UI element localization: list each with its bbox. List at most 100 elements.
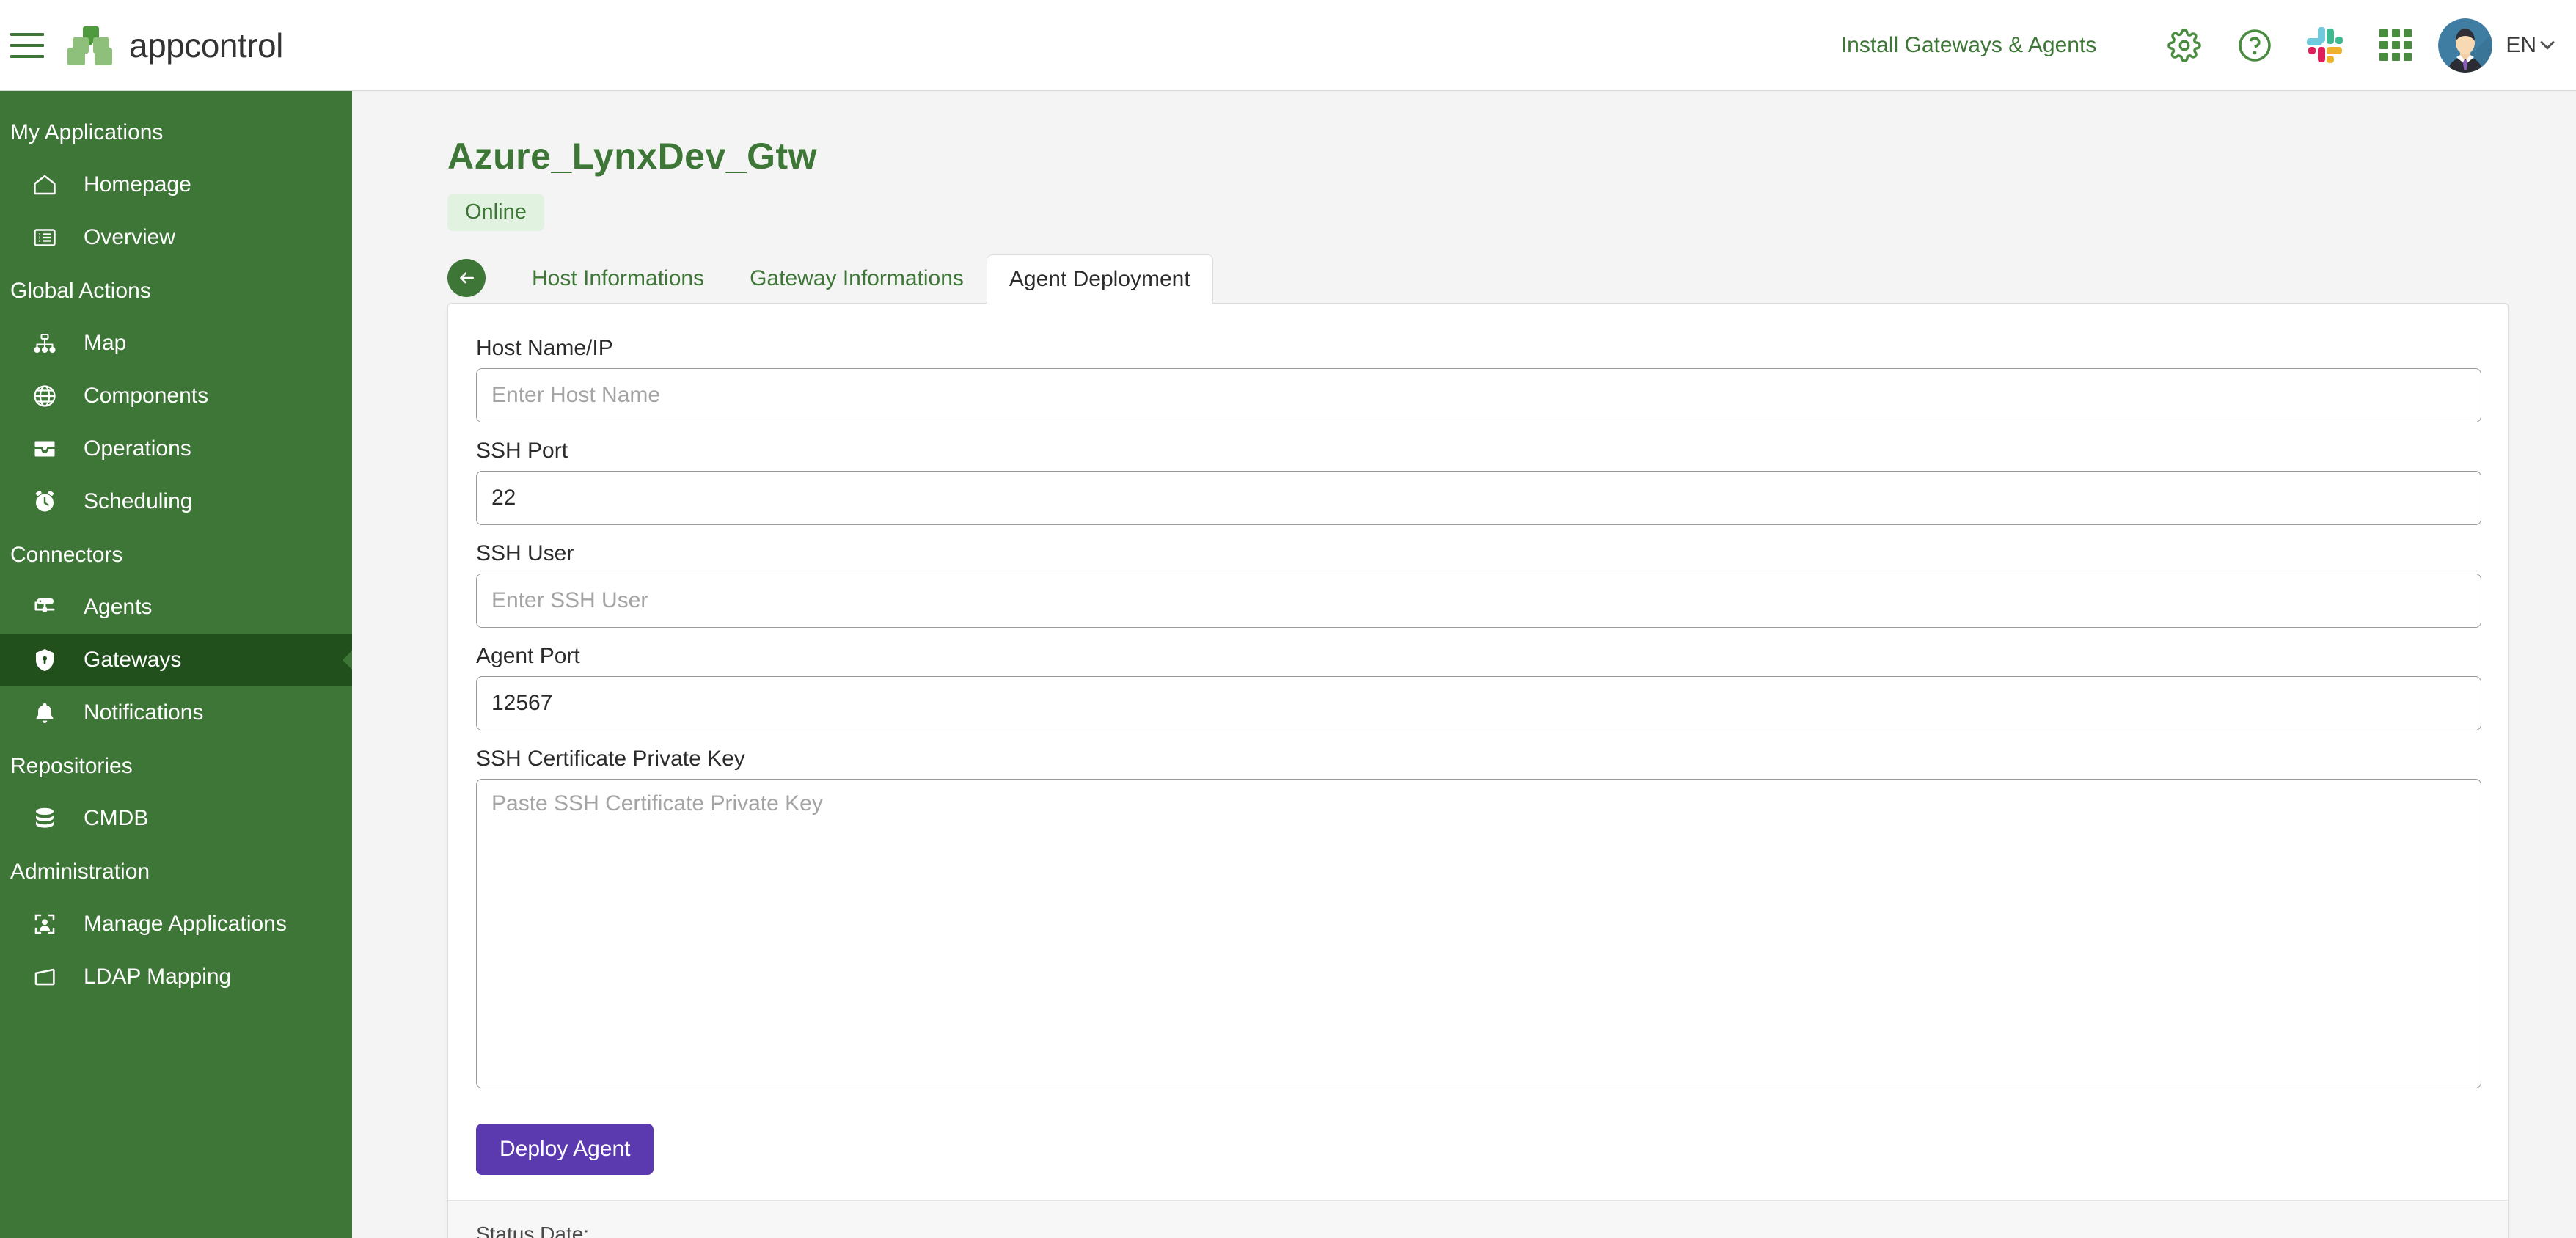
sidebar-item-gateways[interactable]: Gateways <box>0 634 352 686</box>
grid-cell <box>2379 53 2388 62</box>
agent-deployment-card: Host Name/IP SSH Port SSH User Agent Por… <box>447 303 2509 1238</box>
grid-cell <box>2403 40 2412 50</box>
deploy-agent-button[interactable]: Deploy Agent <box>476 1124 654 1175</box>
tab-agent-deployment[interactable]: Agent Deployment <box>986 254 1213 304</box>
slack-part <box>2327 46 2343 54</box>
sidebar-item-notifications[interactable]: Notifications <box>0 686 352 739</box>
grid-cell <box>2391 40 2400 50</box>
ssh-port-label: SSH Port <box>476 439 568 463</box>
chevron-down-icon <box>2540 34 2555 50</box>
sidebar-item-label: Components <box>84 384 209 408</box>
back-button[interactable] <box>447 259 486 297</box>
inbox-icon <box>28 432 62 466</box>
sidebar-item-overview[interactable]: Overview <box>0 211 352 264</box>
grid-cell <box>2403 29 2412 37</box>
field-agent-port: Agent Port <box>476 644 2481 730</box>
install-gateways-agents-link[interactable]: Install Gateways & Agents <box>1841 33 2097 58</box>
status-badge: Online <box>447 194 544 231</box>
sidebar-item-scheduling[interactable]: Scheduling <box>0 475 352 528</box>
brand-logo-link[interactable]: appcontrol <box>67 25 283 66</box>
sidebar-item-label: CMDB <box>84 806 149 830</box>
sidebar-item-label: Map <box>84 331 127 355</box>
ssh-user-input[interactable] <box>476 574 2481 628</box>
user-frame-icon <box>28 907 62 941</box>
tab-gateway-informations[interactable]: Gateway Informations <box>727 254 987 303</box>
sidebar-item-label: Gateways <box>84 648 182 672</box>
folder-icon <box>28 960 62 994</box>
server-icon <box>28 590 62 624</box>
sidebar-item-cmdb[interactable]: CMDB <box>0 792 352 845</box>
sidebar-item-manage-applications[interactable]: Manage Applications <box>0 898 352 951</box>
agent-deployment-form: Host Name/IP SSH Port SSH User Agent Por… <box>448 304 2508 1200</box>
sidebar-item-label: Notifications <box>84 700 204 725</box>
sidebar-item-agents[interactable]: Agents <box>0 581 352 634</box>
ssh-key-textarea[interactable] <box>476 779 2481 1088</box>
top-bar-actions: Install Gateways & Agents EN <box>1841 10 2576 81</box>
sidebar-item-operations[interactable]: Operations <box>0 422 352 475</box>
logo-part <box>73 37 89 54</box>
agent-port-input[interactable] <box>476 676 2481 730</box>
gear-icon[interactable] <box>2149 10 2220 81</box>
page-title: Azure_LynxDev_Gtw <box>447 136 818 177</box>
agent-port-label: Agent Port <box>476 644 580 668</box>
hamburger-line <box>10 54 44 58</box>
database-icon <box>28 802 62 835</box>
alarm-clock-icon <box>28 485 62 519</box>
shield-lock-icon <box>28 643 62 677</box>
sidebar-item-label: Agents <box>84 595 153 619</box>
sidebar-section-my-applications: My Applications <box>10 120 164 144</box>
language-selector[interactable]: EN <box>2506 33 2557 58</box>
sitemap-icon <box>28 326 62 360</box>
slack-part <box>2327 55 2335 63</box>
sidebar-item-label: LDAP Mapping <box>84 964 232 989</box>
host-name-label: Host Name/IP <box>476 336 613 360</box>
sidebar-item-label: Scheduling <box>84 489 193 513</box>
logo-part <box>95 47 112 65</box>
sidebar-item-label: Overview <box>84 225 176 249</box>
status-date-label: Status Date: <box>476 1223 590 1238</box>
sidebar-item-label: Manage Applications <box>84 912 287 936</box>
grid-cell <box>2379 40 2388 50</box>
grid-cell <box>2391 29 2400 37</box>
ssh-port-input[interactable] <box>476 471 2481 525</box>
sidebar: My Applications Homepage Overview Global… <box>0 91 352 1238</box>
slack-icon[interactable] <box>2290 10 2360 81</box>
slack-part <box>2318 46 2326 62</box>
hamburger-line <box>10 32 44 36</box>
slack-part <box>2327 28 2335 44</box>
field-ssh-port: SSH Port <box>476 439 2481 525</box>
sidebar-item-ldap-mapping[interactable]: LDAP Mapping <box>0 951 352 1003</box>
avatar[interactable] <box>2438 18 2493 73</box>
grid-cell <box>2379 29 2388 37</box>
slack-part <box>2307 37 2323 45</box>
sidebar-item-components[interactable]: Components <box>0 370 352 422</box>
globe-icon <box>28 379 62 413</box>
hamburger-icon[interactable] <box>10 32 44 58</box>
slack-part <box>2335 36 2343 44</box>
appcontrol-logo-icon <box>67 25 113 66</box>
sidebar-section-global-actions: Global Actions <box>10 279 151 303</box>
tab-bar: Host Informations Gateway Informations A… <box>447 250 2576 304</box>
brand-name: appcontrol <box>129 26 283 65</box>
status-date-panel: Status Date: half a minute ago <box>448 1200 2508 1238</box>
grid-cell <box>2391 53 2400 62</box>
sidebar-section-connectors: Connectors <box>10 543 123 567</box>
sidebar-item-label: Operations <box>84 436 191 461</box>
tab-host-informations[interactable]: Host Informations <box>509 254 727 303</box>
slack-part <box>2308 46 2316 54</box>
bell-icon <box>28 696 62 730</box>
home-icon <box>28 168 62 202</box>
language-label: EN <box>2506 32 2536 57</box>
sidebar-section-repositories: Repositories <box>10 754 133 778</box>
sidebar-section-administration: Administration <box>10 860 150 884</box>
hamburger-line <box>10 43 44 47</box>
field-ssh-user: SSH User <box>476 541 2481 628</box>
host-name-input[interactable] <box>476 368 2481 422</box>
help-icon[interactable] <box>2220 10 2290 81</box>
sidebar-item-map[interactable]: Map <box>0 317 352 370</box>
ssh-user-label: SSH User <box>476 541 574 565</box>
field-host-name: Host Name/IP <box>476 336 2481 422</box>
apps-grid-icon[interactable] <box>2360 10 2431 81</box>
sidebar-item-homepage[interactable]: Homepage <box>0 158 352 211</box>
top-bar: appcontrol Install Gateways & Agents EN <box>0 0 2576 91</box>
